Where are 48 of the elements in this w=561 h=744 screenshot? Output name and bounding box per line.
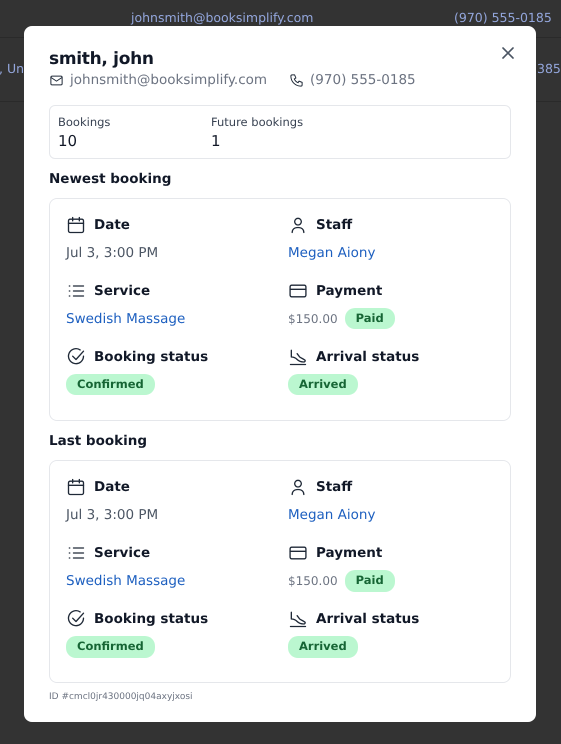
shoe-icon xyxy=(288,609,308,630)
amount-text: $150.00 xyxy=(288,310,338,328)
check-circle-icon xyxy=(66,346,86,367)
status-badge: Paid xyxy=(344,308,395,330)
status-badge: Confirmed xyxy=(66,374,155,396)
background-phone: 385 xyxy=(537,60,561,78)
link[interactable]: Megan Aiony xyxy=(288,242,376,263)
field-label: Arrival status xyxy=(316,348,420,367)
stat-value: 1 xyxy=(211,132,222,150)
mail-icon xyxy=(49,72,64,88)
field-value: Jul 3, 3:00 PM xyxy=(66,244,158,263)
amount-text: $150.00 xyxy=(288,573,338,590)
field-label: Arrival status xyxy=(316,610,420,629)
status-badge: Arrived xyxy=(288,374,358,396)
field-label: Booking status xyxy=(94,610,208,629)
email-text: johnsmith@booksimplify.com xyxy=(70,71,268,90)
shoe-icon xyxy=(288,346,308,367)
calendar-icon xyxy=(66,214,86,235)
phone-text: (970) 555-0185 xyxy=(310,71,416,90)
stat-value: 10 xyxy=(58,132,78,150)
field-value: Jul 3, 3:00 PM xyxy=(66,506,158,525)
field-label: Staff xyxy=(316,478,352,497)
field-label: Date xyxy=(94,216,130,235)
check-circle-icon xyxy=(66,609,86,630)
id-text: ID #cmcl0jr430000jq04axyjxosi xyxy=(49,691,194,704)
link[interactable]: Swedish Massage xyxy=(66,308,186,329)
phone-icon xyxy=(289,72,304,88)
field-label: Payment xyxy=(316,282,382,301)
stat-label: Future bookings xyxy=(211,114,304,132)
status-badge: Confirmed xyxy=(66,636,155,658)
field-label: Service xyxy=(94,544,150,563)
calendar-icon xyxy=(66,477,86,498)
status-badge: Paid xyxy=(344,570,395,592)
field-label: Payment xyxy=(316,544,382,563)
link[interactable]: Swedish Massage xyxy=(66,570,186,592)
field-label: Service xyxy=(94,282,150,301)
dialog-title: smith, john xyxy=(49,48,155,70)
section-title: Last booking xyxy=(49,432,148,451)
stat-label: Bookings xyxy=(58,114,112,132)
status-badge: Arrived xyxy=(288,636,358,658)
section-title: Newest booking xyxy=(49,170,172,189)
link[interactable]: Megan Aiony xyxy=(288,504,376,526)
field-label: Date xyxy=(94,478,130,497)
field-label: Staff xyxy=(316,216,352,235)
background-phone: (970) 555-0185 xyxy=(454,9,552,28)
background-email: , Un xyxy=(0,60,26,78)
background-email: johnsmith@booksimplify.com xyxy=(131,9,314,28)
field-label: Booking status xyxy=(94,348,208,367)
